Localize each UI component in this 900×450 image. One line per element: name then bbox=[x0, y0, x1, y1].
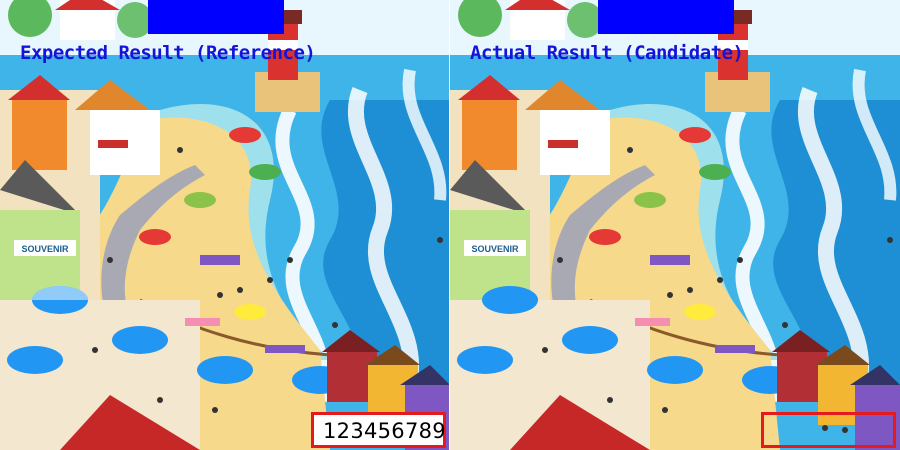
candidate-panel: SOUVENIR Actual Result (Candidate) bbox=[450, 0, 900, 450]
header-tab bbox=[148, 0, 284, 34]
reference-marker-text: 123456789 bbox=[323, 419, 446, 443]
svg-text:SOUVENIR: SOUVENIR bbox=[471, 244, 519, 254]
reference-panel: SOUVENIR Expected Result (Reference) 123… bbox=[0, 0, 450, 450]
comparison-view: SOUVENIR Expected Result (Reference) 123… bbox=[0, 0, 900, 450]
beach-scene-illustration: SOUVENIR bbox=[0, 0, 450, 450]
svg-text:SOUVENIR: SOUVENIR bbox=[21, 244, 69, 254]
candidate-marker-box bbox=[761, 412, 896, 448]
beach-scene-illustration: SOUVENIR bbox=[450, 0, 900, 450]
candidate-label: Actual Result (Candidate) bbox=[470, 42, 744, 64]
reference-label: Expected Result (Reference) bbox=[20, 42, 316, 64]
reference-marker-box: 123456789 bbox=[311, 412, 446, 448]
header-tab bbox=[598, 0, 734, 34]
